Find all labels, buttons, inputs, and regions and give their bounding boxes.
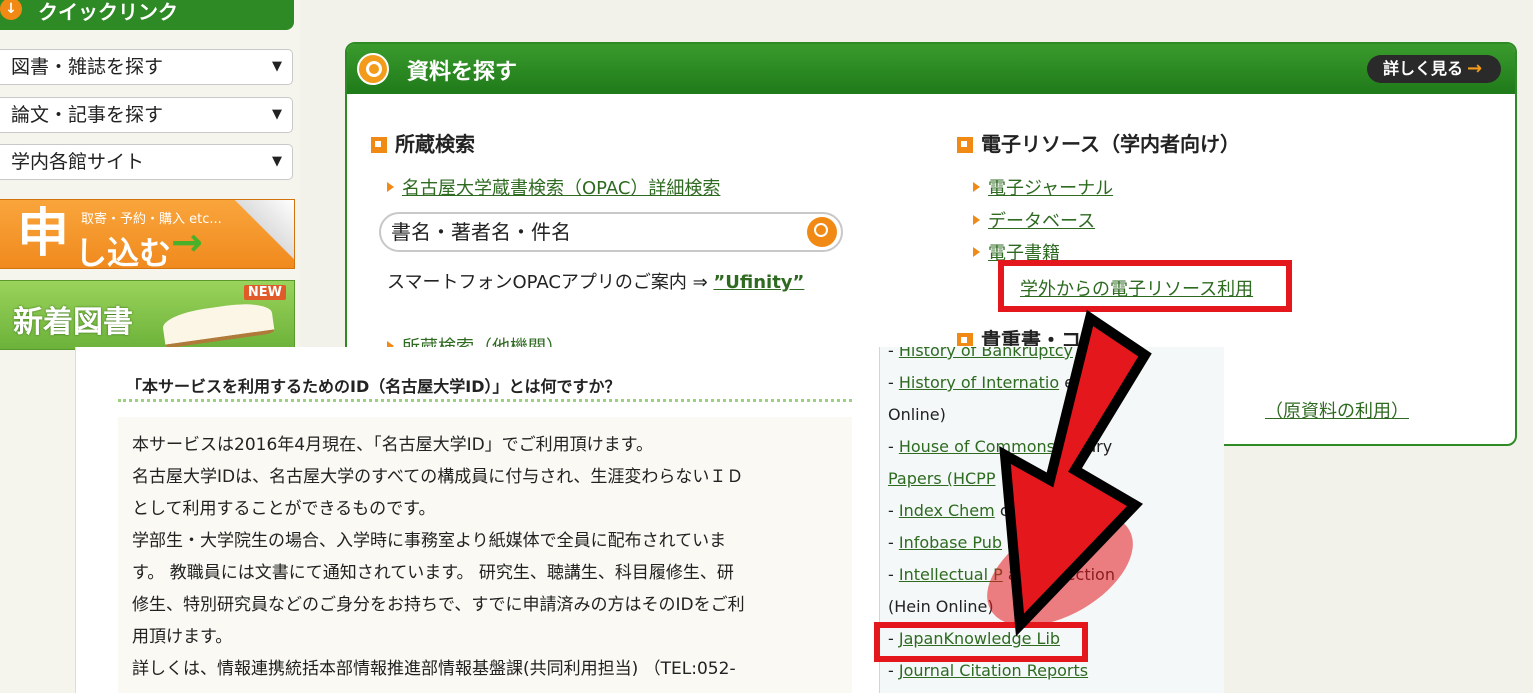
database-link[interactable]: Infobase Pub: [899, 533, 1002, 552]
database-link[interactable]: History of Internatio: [899, 373, 1059, 392]
holdings-heading-text: 所蔵検索: [395, 132, 475, 156]
square-bullet-icon: [957, 333, 973, 346]
faq-answer-line: 本サービスは2016年4月現在、「名古屋大学ID」でご利用頂けます。: [132, 435, 653, 455]
dropdown-books-journals[interactable]: 図書・雑誌を探す ▼: [0, 49, 293, 85]
arrow-right-icon: →: [1467, 58, 1483, 79]
apply-banner-rest: し込む: [75, 234, 172, 269]
database-link[interactable]: データベース: [973, 207, 1095, 233]
dropdown-campus-libraries[interactable]: 学内各館サイト ▼: [0, 144, 293, 180]
faq-answer-line: 詳しくは、情報連携統括本部情報推進部情報基盤課(共同利用担当) （TEL:052…: [132, 659, 736, 679]
triangle-bullet-icon: [973, 247, 980, 257]
dropdown-label: 学内各館サイト: [11, 151, 145, 173]
search-icon: [357, 53, 389, 85]
smartphone-app-note: スマートフォンOPACアプリのご案内 ⇒ ”Ufinity”: [387, 268, 804, 294]
square-bullet-icon: [957, 137, 973, 153]
triangle-bullet-icon: [973, 215, 980, 225]
triangle-bullet-icon: [387, 182, 394, 192]
panel-title: 資料を探す: [407, 60, 518, 85]
highlight-box-offsite-access: 学外からの電子リソース利用: [998, 260, 1292, 312]
database-link[interactable]: House of Commons: [899, 437, 1055, 456]
dotted-divider: [118, 399, 852, 402]
faq-answer-line: 学部生・大学院生の場合、入学時に事務室より紙媒体で全員に配布されていま: [132, 531, 727, 551]
app-note-text: スマートフォンOPACアプリのご案内 ⇒: [387, 272, 714, 293]
new-books-label: 新着図書: [13, 305, 133, 340]
apply-banner-main: 申: [17, 204, 70, 264]
opac-search-input[interactable]: [391, 219, 801, 245]
panel-header: 資料を探す 詳しく見る →: [347, 44, 1515, 94]
square-bullet-icon: [371, 137, 387, 153]
opac-search-box: [379, 212, 843, 252]
caret-down-icon: ▼: [272, 154, 282, 169]
faq-answer-line: として利用することができるものです。: [132, 499, 436, 519]
new-badge: NEW: [243, 285, 286, 300]
list-item: - History of Internatio ein: [888, 373, 1089, 392]
arrow-right-icon: →: [171, 220, 203, 264]
triangle-bullet-icon: [973, 182, 980, 192]
highlight-box-japanknowledge: [874, 622, 1088, 662]
eresources-heading: 電子リソース（学内者向け）: [957, 128, 1240, 157]
holdings-heading: 所蔵検索: [371, 128, 475, 157]
list-item: Online): [888, 405, 946, 424]
ejournal-link[interactable]: 電子ジャーナル: [973, 174, 1113, 200]
more-button[interactable]: 詳しく見る →: [1367, 55, 1501, 83]
faq-answer-line: 修生、特別研究員などのご身分をお持ちで、すでに申請済みの方はそのIDをご利: [132, 595, 745, 615]
dropdown-papers-articles[interactable]: 論文・記事を探す ▼: [0, 97, 293, 133]
quick-link-header[interactable]: ↓ クイックリンク: [0, 0, 294, 30]
list-item: - Index Chem ce): [888, 501, 1025, 520]
page-curl-decoration: [234, 200, 294, 268]
more-button-label: 詳しく見る: [1383, 59, 1464, 78]
faq-id-overlay: 「本サービスを利用するためのID（名古屋大学ID）」とは何ですか？ 本サービスは…: [75, 347, 880, 693]
faq-answer-line: 用頂けます。: [132, 627, 233, 647]
faq-question: 「本サービスを利用するためのID（名古屋大学ID）」とは何ですか？: [126, 377, 621, 396]
ufinity-link[interactable]: ”Ufinity”: [713, 272, 804, 293]
open-book-icon: [161, 299, 275, 349]
quick-link-label: クイックリンク: [38, 0, 178, 24]
caret-down-icon: ▼: [272, 59, 282, 74]
rare-books-heading-text: 貴重書・コレ: [981, 328, 1101, 346]
database-link-text: データベース: [988, 211, 1096, 232]
arrow-down-icon: ↓: [0, 0, 22, 20]
list-item: - House of Commons entary: [888, 437, 1113, 456]
database-link[interactable]: History of Bankruptcy: [899, 347, 1073, 360]
eresources-heading-text: 電子リソース（学内者向け）: [981, 132, 1240, 156]
original-materials-link[interactable]: （原資料の利用）: [1265, 397, 1409, 423]
faq-answer-line: す。 教職員には文書にて通知されています。 研究生、聴講生、科目履修生、研: [132, 563, 734, 583]
list-item: - Intellectual P aw Collection: [888, 565, 1115, 584]
database-link[interactable]: Index Chem: [899, 501, 995, 520]
opac-advanced-search-link[interactable]: 名古屋大学蔵書検索（OPAC）詳細検索: [387, 174, 720, 200]
caret-down-icon: ▼: [272, 107, 282, 122]
database-link[interactable]: Journal Citation Reports: [899, 661, 1088, 680]
new-books-banner[interactable]: 新着図書 NEW: [0, 280, 295, 350]
faq-answer: 本サービスは2016年4月現在、「名古屋大学ID」でご利用頂けます。 名古屋大学…: [118, 417, 852, 693]
faq-answer-line: 名古屋大学IDは、名古屋大学のすべての構成員に付与され、生涯変わらないＩＤ: [132, 467, 744, 487]
list-item: Papers (HCPP: [888, 469, 995, 488]
dropdown-label: 論文・記事を探す: [11, 104, 164, 126]
search-button[interactable]: [807, 217, 837, 247]
list-item: (Hein Online): [888, 597, 994, 616]
rare-books-heading: 貴重書・コレ: [957, 324, 1101, 346]
ejournal-link-text: 電子ジャーナル: [988, 178, 1114, 199]
apply-banner[interactable]: 取寄・予約・購入 etc... 申 し込む →: [0, 199, 295, 269]
list-item: - Infobase Pub s: [888, 533, 1016, 552]
database-link[interactable]: Papers (HCPP: [888, 469, 995, 488]
dropdown-label: 図書・雑誌を探す: [11, 56, 164, 78]
list-item: - Journal Citation Reports: [888, 661, 1089, 680]
database-link[interactable]: Intellectual P: [899, 565, 1003, 584]
offsite-eresources-link[interactable]: 学外からの電子リソース利用: [1020, 275, 1253, 301]
list-item: - History of Bankruptcy e): [888, 347, 1094, 360]
opac-link-text: 名古屋大学蔵書検索（OPAC）詳細検索: [402, 178, 721, 199]
